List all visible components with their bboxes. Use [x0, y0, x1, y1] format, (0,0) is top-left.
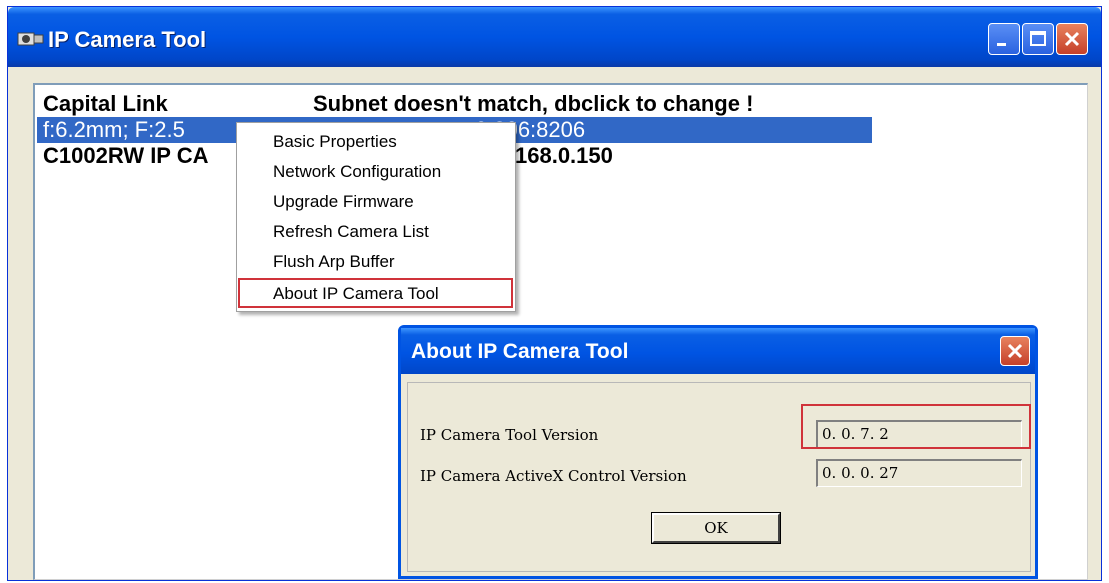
- dialog-close-icon[interactable]: [1000, 336, 1030, 366]
- version-highlight-box: [801, 404, 1031, 449]
- minimize-icon[interactable]: [988, 23, 1020, 55]
- menu-item-network-configuration[interactable]: Network Configuration: [273, 162, 441, 182]
- activex-version-field: 0. 0. 0. 27: [816, 459, 1022, 487]
- window-title: IP Camera Tool: [48, 27, 207, 52]
- menu-item-highlight-box: [238, 278, 513, 308]
- tool-version-label: IP Camera Tool Version: [420, 426, 599, 444]
- camera-name: Capital Link: [43, 91, 168, 116]
- title-bar[interactable]: IP Camera Tool: [8, 7, 1101, 67]
- dialog-title: About IP Camera Tool: [411, 340, 629, 363]
- camera-app-icon: [17, 32, 44, 46]
- camera-name: f:6.2mm; F:2.5: [43, 117, 185, 142]
- maximize-icon[interactable]: [1022, 23, 1054, 55]
- camera-info: 168.0.150: [515, 143, 613, 168]
- menu-item-flush-arp-buffer[interactable]: Flush Arp Buffer: [273, 252, 395, 272]
- menu-item-basic-properties[interactable]: Basic Properties: [273, 132, 397, 152]
- context-menu: Basic Properties Network Configuration U…: [236, 122, 516, 312]
- camera-name: C1002RW IP CA: [43, 143, 209, 168]
- about-dialog: About IP Camera Tool IP Camera Tool Vers…: [398, 325, 1038, 579]
- activex-version-label: IP Camera ActiveX Control Version: [420, 467, 687, 485]
- menu-item-refresh-camera-list[interactable]: Refresh Camera List: [273, 222, 429, 242]
- menu-item-upgrade-firmware[interactable]: Upgrade Firmware: [273, 192, 414, 212]
- close-icon[interactable]: [1056, 23, 1088, 55]
- list-item[interactable]: Capital Link Subnet doesn't match, dbcli…: [37, 91, 872, 117]
- ok-button[interactable]: OK: [651, 512, 781, 544]
- dialog-title-bar[interactable]: About IP Camera Tool: [401, 328, 1035, 374]
- camera-info: Subnet doesn't match, dbclick to change …: [313, 91, 754, 116]
